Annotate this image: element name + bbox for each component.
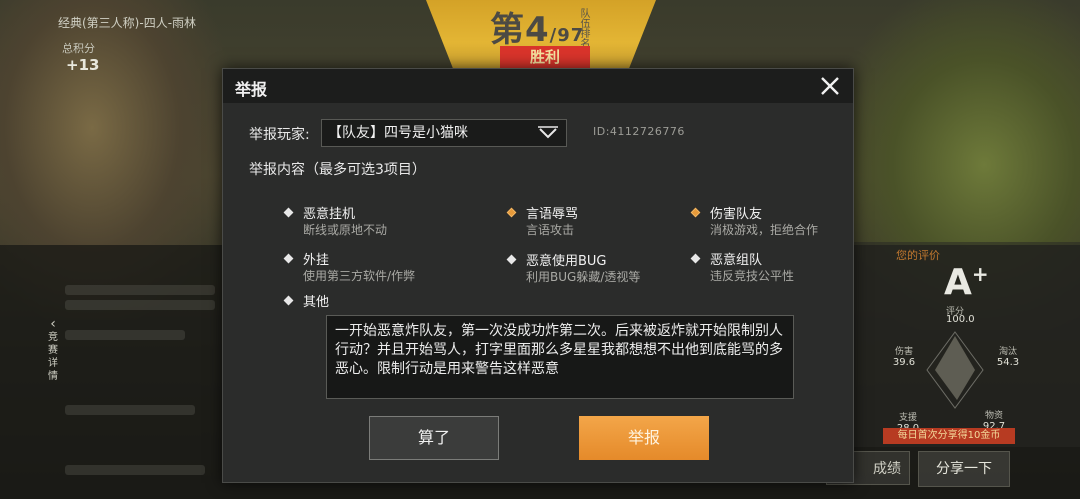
checkbox-diamond-icon xyxy=(283,295,294,306)
close-icon xyxy=(821,77,839,95)
player-dropdown[interactable]: 【队友】四号是小猫咪 xyxy=(321,119,567,147)
option-other[interactable]: 其他 xyxy=(283,291,483,313)
total-score-label: 总积分 xyxy=(62,42,95,55)
dialog-title: 举报 xyxy=(235,80,268,99)
option-team-damage[interactable]: 伤害队友 消极游戏，拒绝合作 xyxy=(690,203,890,243)
checkbox-diamond-icon xyxy=(506,207,517,218)
player-id: ID:4112726776 xyxy=(593,125,685,138)
team-rank-label: 队伍排名 xyxy=(578,8,589,48)
report-button[interactable]: 举报 xyxy=(579,416,709,460)
game-mode-text: 经典(第三人称)-四人-雨林 xyxy=(58,16,197,30)
rating-stat-damage: 伤害 39.6 xyxy=(892,347,916,368)
checkbox-diamond-icon xyxy=(690,253,701,264)
match-details-tab[interactable]: ‹ 竞赛详情 xyxy=(46,316,60,383)
cancel-button[interactable]: 算了 xyxy=(369,416,499,460)
report-detail-textarea[interactable]: 一开始恶意炸队友，第一次没成功炸第二次。后来被返炸就开始限制别人行动？并且开始骂… xyxy=(326,315,794,399)
checkbox-diamond-icon xyxy=(506,254,517,265)
option-bug-abuse[interactable]: 恶意使用BUG 利用BUG躲藏/透视等 xyxy=(506,250,706,290)
report-player-label: 举报玩家: xyxy=(249,127,310,143)
rating-score: 100.0 xyxy=(946,314,975,325)
report-content-label: 举报内容（最多可选3项目） xyxy=(249,162,426,178)
option-cheating[interactable]: 外挂 使用第三方软件/作弊 xyxy=(283,249,483,289)
close-button[interactable] xyxy=(817,73,843,99)
report-dialog: 举报 举报玩家: 【队友】四号是小猫咪 ID:4112726776 举报内容（最… xyxy=(222,68,854,483)
checkbox-diamond-icon xyxy=(690,207,701,218)
match-details-label: 竞赛详情 xyxy=(48,332,58,382)
chevron-down-icon xyxy=(538,126,558,139)
checkbox-diamond-icon xyxy=(283,207,294,218)
victory-badge: 胜利 xyxy=(500,46,590,68)
share-button[interactable]: 分享一下 xyxy=(918,451,1010,487)
rating-label: 您的评价 xyxy=(896,249,940,262)
chevron-left-icon: ‹ xyxy=(50,316,56,332)
checkbox-diamond-icon xyxy=(283,253,294,264)
option-afk[interactable]: 恶意挂机 断线或原地不动 xyxy=(283,203,483,243)
team-rank: 第4/97 xyxy=(490,10,585,50)
rating-stat-kills: 淘汰 54.3 xyxy=(996,347,1020,368)
share-reward-banner: 每日首次分享得10金币 xyxy=(883,428,1015,444)
option-teaming[interactable]: 恶意组队 违反竞技公平性 xyxy=(690,249,890,289)
dialog-header: 举报 xyxy=(223,69,853,103)
option-verbal-abuse[interactable]: 言语辱骂 言语攻击 xyxy=(506,203,706,243)
total-score-value: +13 xyxy=(66,56,100,74)
player-dropdown-value: 【队友】四号是小猫咪 xyxy=(328,125,468,141)
rating-radar-chart xyxy=(926,331,984,409)
rating-grade: A+ xyxy=(944,262,989,303)
